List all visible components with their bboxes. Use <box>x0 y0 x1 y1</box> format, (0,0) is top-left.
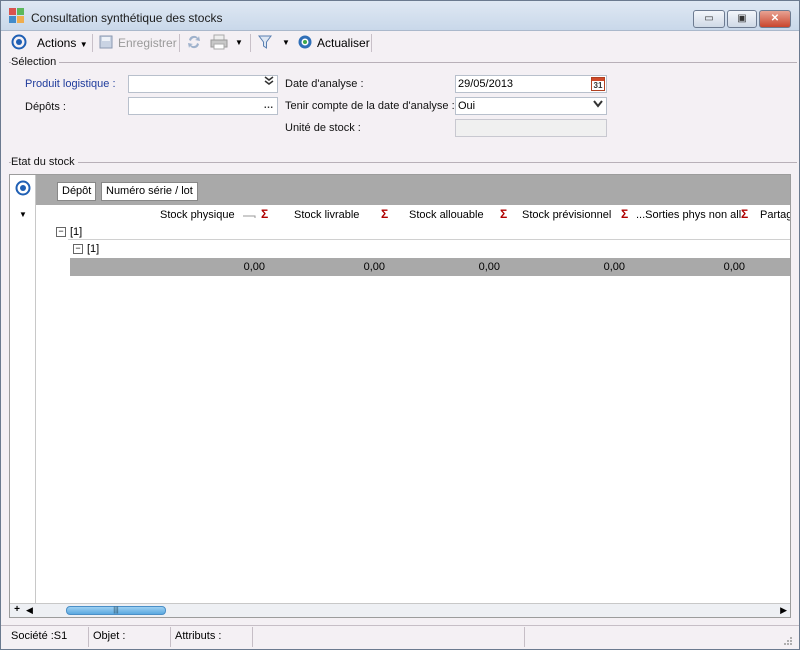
print-dropdown-arrow-icon[interactable]: ▼ <box>235 34 243 52</box>
nav-circle-icon[interactable] <box>11 34 29 52</box>
filter-dropdown-arrow-icon[interactable]: ▼ <box>282 34 290 52</box>
unite-label: Unité de stock : <box>285 122 361 134</box>
depots-field[interactable]: … <box>128 97 278 115</box>
toolbar-separator <box>250 34 251 52</box>
transfer-icon[interactable] <box>186 34 204 52</box>
stock-grid: ▼ Dépôt Numéro série / lot Stock physiqu… <box>9 174 791 618</box>
column-stock-previsionnel[interactable]: Stock prévisionnel <box>522 209 611 221</box>
refresh-icon <box>297 34 315 52</box>
horizontal-scrollbar[interactable]: ◀ ||| ▶ <box>26 603 790 617</box>
column-partag[interactable]: Partag <box>760 209 790 221</box>
ellipsis-icon[interactable]: … <box>260 98 277 114</box>
grid-options-icon[interactable] <box>15 180 31 199</box>
tenir-value: Oui <box>458 100 476 112</box>
resize-grip-icon[interactable] <box>783 635 793 645</box>
tenir-select[interactable]: Oui <box>455 97 607 115</box>
close-button[interactable]: ✕ <box>759 10 791 28</box>
column-stock-allouable[interactable]: Stock allouable <box>409 209 484 221</box>
stock-divider <box>9 162 797 163</box>
status-empty-cell <box>527 627 775 647</box>
sigma-icon[interactable]: Σ <box>381 207 388 221</box>
dropdown-arrow-icon: ▼ <box>79 40 88 49</box>
title-bar[interactable]: Consultation synthétique des stocks ▭ ▣ … <box>1 1 799 31</box>
status-attributs: Attributs : <box>173 627 253 647</box>
status-objet: Objet : <box>91 627 171 647</box>
toolbar-separator <box>179 34 180 52</box>
unite-field <box>455 119 607 137</box>
calendar-day: 31 <box>593 81 603 90</box>
selection-section-title: Sélection <box>11 56 60 68</box>
save-button[interactable]: Enregistrer <box>118 34 177 52</box>
double-chevron-down-icon[interactable] <box>260 76 277 92</box>
sigma-icon[interactable]: Σ <box>621 207 628 221</box>
toolbar-separator <box>371 34 372 52</box>
status-empty-cell <box>255 627 525 647</box>
column-stock-livrable[interactable]: Stock livrable <box>294 209 359 221</box>
column-chooser-arrow-icon[interactable]: ▼ <box>19 210 27 219</box>
date-value: 29/05/2013 <box>458 78 514 90</box>
produit-field[interactable] <box>128 75 278 93</box>
tree-row-level2[interactable]: − [1] <box>73 243 99 255</box>
group-tab-depot[interactable]: Dépôt <box>57 182 97 201</box>
row-divider <box>68 239 790 240</box>
depots-label: Dépôts : <box>25 101 66 113</box>
app-logo-icon <box>9 8 25 24</box>
total-value: 0,00 <box>363 261 385 273</box>
tree-label: [1] <box>87 243 100 255</box>
column-sorties-phys[interactable]: ...Sorties phys non all <box>636 209 741 221</box>
scroll-left-icon[interactable]: ◀ <box>26 605 33 616</box>
total-value: 0,00 <box>478 261 500 273</box>
total-row: 0,00 0,00 0,00 0,00 0,00 <box>70 258 790 276</box>
grid-left-strip: ▼ <box>10 175 36 617</box>
sort-indicator-icon <box>242 209 256 219</box>
collapse-icon[interactable]: − <box>56 227 66 238</box>
group-by-bar: Dépôt Numéro série / lot <box>36 175 790 205</box>
column-header-row: Stock physique Σ Stock livrable Σ Stock … <box>36 205 790 225</box>
save-icon <box>98 34 114 52</box>
column-stock-physique[interactable]: Stock physique <box>160 209 235 221</box>
date-label: Date d'analyse : <box>285 78 364 90</box>
filter-icon[interactable] <box>257 34 275 52</box>
date-field[interactable]: 29/05/2013 31 <box>455 75 607 93</box>
print-icon[interactable] <box>210 34 230 52</box>
tree-label: [1] <box>70 226 83 238</box>
selection-divider <box>9 62 797 63</box>
refresh-button[interactable]: Actualiser <box>317 34 370 52</box>
total-value: 0,00 <box>243 261 265 273</box>
toolbar: Actions ▼ Enregistrer ▼ ▼ Actualiser <box>1 31 799 55</box>
actions-menu[interactable]: Actions ▼ <box>37 34 88 52</box>
add-icon[interactable]: + <box>11 605 23 616</box>
status-societe: Société :S1 <box>9 627 89 647</box>
collapse-icon[interactable]: − <box>73 244 83 255</box>
maximize-button[interactable]: ▣ <box>727 10 757 28</box>
stock-section-title: Etat du stock <box>11 156 78 168</box>
minimize-button[interactable]: ▭ <box>693 10 725 28</box>
window-title: Consultation synthétique des stocks <box>31 11 223 25</box>
toolbar-separator <box>92 34 93 52</box>
tree-row-level1[interactable]: − [1] <box>56 226 82 238</box>
produit-label: Produit logistique : <box>25 78 116 90</box>
group-tab-numero-serie[interactable]: Numéro série / lot <box>101 182 198 201</box>
calendar-icon[interactable]: 31 <box>589 76 606 92</box>
total-value: 0,00 <box>723 261 745 273</box>
status-bar: Société :S1 Objet : Attributs : <box>1 625 799 649</box>
sigma-icon[interactable]: Σ <box>741 207 748 221</box>
total-value: 0,00 <box>603 261 625 273</box>
tenir-label: Tenir compte de la date d'analyse : <box>285 100 455 112</box>
main-window: Consultation synthétique des stocks ▭ ▣ … <box>0 0 800 650</box>
scroll-right-icon[interactable]: ▶ <box>780 605 787 616</box>
chevron-down-icon[interactable] <box>589 98 606 114</box>
sigma-icon[interactable]: Σ <box>261 207 268 221</box>
scroll-thumb[interactable]: ||| <box>66 606 166 615</box>
sigma-icon[interactable]: Σ <box>500 207 507 221</box>
actions-label: Actions <box>37 36 77 50</box>
